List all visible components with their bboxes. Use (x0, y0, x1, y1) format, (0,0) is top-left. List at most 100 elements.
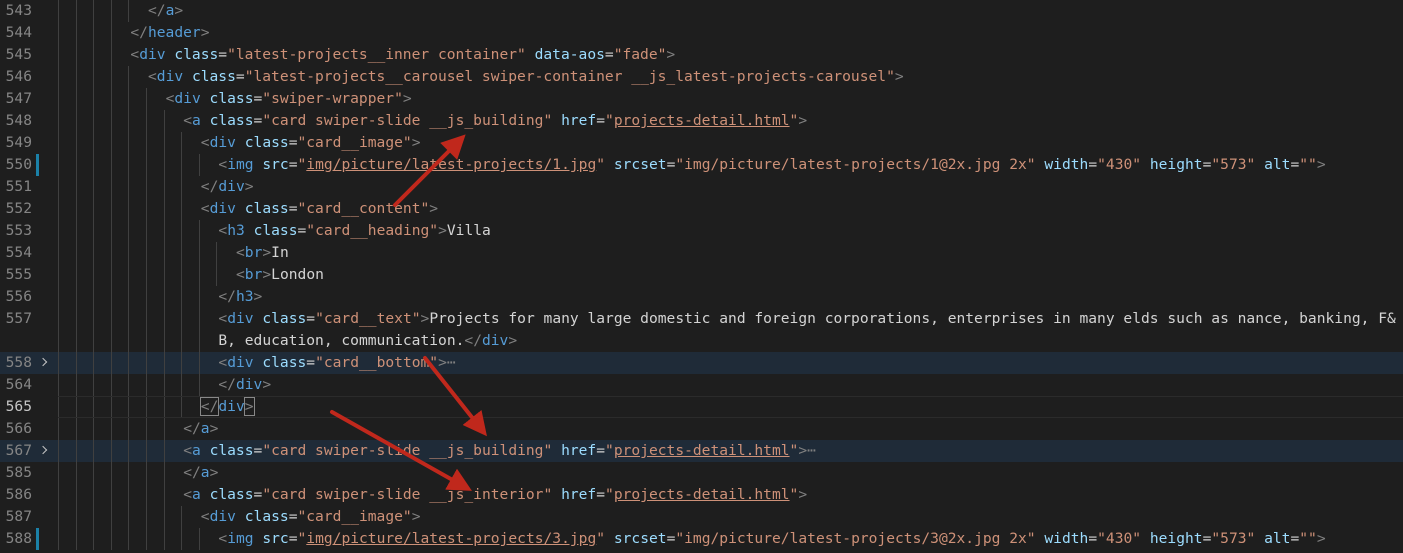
token-txt: London (271, 266, 324, 283)
code-text[interactable]: <div class="card__image"> (201, 506, 421, 528)
code-text[interactable]: <img src="img/picture/latest-projects/1.… (218, 154, 1325, 176)
code-text[interactable]: </div> (199, 396, 255, 418)
code-line[interactable]: B, education, communication.</div> (0, 330, 1403, 352)
indent-guide (93, 374, 95, 396)
code-line[interactable]: 545 <div class="latest-projects__inner co… (0, 44, 1403, 66)
indent-guide (128, 462, 130, 484)
token-eq: = (596, 486, 606, 503)
code-line[interactable]: 588 <img src="img/picture/latest-projects… (0, 528, 1403, 550)
code-text[interactable]: <br>London (236, 264, 324, 286)
code-text[interactable]: <a class="card swiper-slide __js_interio… (183, 484, 807, 506)
line-number: 554 (5, 244, 32, 261)
code-text[interactable]: </h3> (218, 286, 262, 308)
indent-guide (93, 264, 95, 286)
indent-guide (198, 308, 200, 330)
token-punc: > (438, 354, 447, 371)
code-line[interactable]: 555 <br>London (0, 264, 1403, 286)
indent-guide (128, 330, 130, 352)
indent-guide (58, 88, 59, 110)
indent-guide (110, 154, 112, 176)
fold-chevron-icon[interactable] (38, 445, 48, 455)
code-line[interactable]: 552 <div class="card__content"> (0, 198, 1403, 220)
token-punc: > (438, 222, 447, 239)
indent-guide (110, 242, 112, 264)
token-attr: class (174, 46, 219, 63)
indent-guide (110, 440, 112, 462)
indent-guide (181, 220, 183, 242)
code-text[interactable]: </div> (201, 176, 254, 198)
code-line[interactable]: 564 </div> (0, 374, 1403, 396)
indent-guide (163, 418, 165, 440)
code-text[interactable]: <h3 class="card__heading">Villa (218, 220, 490, 242)
token-tag: div (227, 310, 254, 327)
code-text[interactable]: </a> (183, 462, 218, 484)
token-attr: width (1044, 156, 1089, 173)
code-text[interactable]: B, education, communication.</div> (218, 330, 517, 352)
fold-chevron-icon[interactable] (38, 357, 48, 367)
code-text[interactable]: </a> (148, 0, 183, 22)
indent-guide (93, 484, 95, 506)
code-line[interactable]: 557 <div class="card__text">Projects for … (0, 308, 1403, 330)
code-line[interactable]: 558 <div class="card__bottom">⋯ (0, 352, 1403, 374)
code-line[interactable]: 548 <a class="card swiper-slide __js_buil… (0, 110, 1403, 132)
code-text[interactable]: <a class="card swiper-slide __js_buildin… (183, 440, 816, 462)
token-str: "430" (1097, 156, 1142, 173)
code-line[interactable]: 553 <h3 class="card__heading">Villa (0, 220, 1403, 242)
code-line[interactable]: 586 <a class="card swiper-slide __js_inte… (0, 484, 1403, 506)
code-line[interactable]: 549 <div class="card__image"> (0, 132, 1403, 154)
indent-guide (75, 176, 77, 198)
indent-guide (93, 132, 95, 154)
token-punc: </ (200, 178, 219, 195)
code-line[interactable]: 544 </header> (0, 22, 1403, 44)
code-line[interactable]: 547 <div class="swiper-wrapper"> (0, 88, 1403, 110)
code-line[interactable]: 556 </h3> (0, 286, 1403, 308)
code-text[interactable]: <div class="card__image"> (201, 132, 421, 154)
code-text[interactable]: <img src="img/picture/latest-projects/3.… (218, 528, 1325, 550)
token-punc: > (666, 46, 676, 63)
token-punc: </ (218, 288, 236, 305)
indent-guide (128, 198, 130, 220)
code-line[interactable]: 550 <img src="img/picture/latest-projects… (0, 154, 1403, 176)
code-line[interactable]: 543 </a> (0, 0, 1403, 22)
indent-guide (58, 352, 59, 374)
code-text[interactable]: <div class="card__bottom">⋯ (218, 352, 455, 374)
code-text[interactable]: <div class="latest-projects__inner conta… (130, 44, 675, 66)
code-text[interactable]: <div class="swiper-wrapper"> (166, 88, 412, 110)
token-tag: div (174, 90, 201, 107)
token-punc: < (183, 112, 192, 129)
code-line[interactable]: 585 </a> (0, 462, 1403, 484)
code-line[interactable]: 587 <div class="card__image"> (0, 506, 1403, 528)
token-tag: div (235, 376, 263, 393)
token-attr: class (262, 354, 307, 371)
code-text[interactable]: <div class="card__content"> (201, 198, 438, 220)
code-text[interactable]: <a class="card swiper-slide __js_buildin… (183, 110, 807, 132)
indent-guide (146, 242, 147, 264)
code-editor[interactable]: 543 </a> 544 </header> 545 <div class="latest… (0, 0, 1403, 553)
indent-guide (75, 44, 77, 66)
indent-guide (146, 176, 147, 198)
code-text[interactable]: </header> (130, 22, 209, 44)
indent-guide (58, 264, 59, 286)
code-text[interactable]: </a> (183, 418, 218, 440)
code-text[interactable]: <div class="card__text">Projects for man… (218, 308, 1395, 330)
indent-guide (163, 198, 165, 220)
indent-guide (198, 264, 200, 286)
code-text[interactable]: </div> (218, 374, 271, 396)
code-line[interactable]: 551 </div> (0, 176, 1403, 198)
token-attr: href (561, 112, 597, 129)
indent-guide (128, 286, 130, 308)
code-text[interactable]: <div class="latest-projects__carousel sw… (148, 66, 904, 88)
code-line[interactable]: 567 <a class="card swiper-slide __js_buil… (0, 440, 1403, 462)
code-text[interactable]: <br>In (236, 242, 289, 264)
indent-guide (110, 418, 112, 440)
indent-guide (75, 352, 77, 374)
code-line[interactable]: 554 <br>In (0, 242, 1403, 264)
indent-guide (58, 220, 59, 242)
code-line[interactable]: 566 </a> (0, 418, 1403, 440)
token-attr: class (244, 200, 289, 217)
line-number: 544 (5, 24, 32, 41)
code-line[interactable]: 565 </div> (0, 396, 1403, 418)
code-line[interactable]: 546 <div class="latest-projects__carousel… (0, 66, 1403, 88)
